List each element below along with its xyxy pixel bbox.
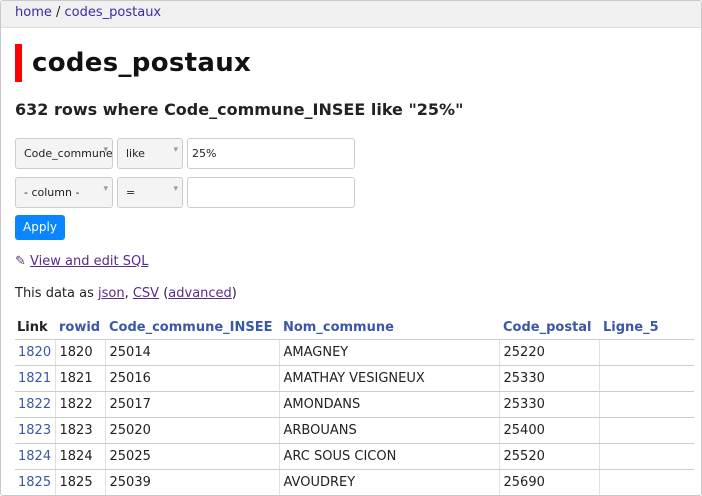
column-header-nom-commune[interactable]: Nom_commune	[279, 315, 499, 340]
breadcrumb-db-link[interactable]: codes_postaux	[65, 5, 162, 20]
cell-rowid: 1825	[55, 469, 106, 495]
row-link[interactable]: 1825	[15, 469, 56, 495]
title-accent-bar	[15, 44, 22, 82]
filter-operator-select[interactable]: like ▾	[117, 138, 183, 169]
table-row: 1822 1822 25017 AMONDANS 25330	[15, 391, 694, 418]
row-link[interactable]: 1821	[15, 365, 56, 392]
data-as-comma: ,	[124, 286, 133, 301]
breadcrumb-home-link[interactable]: home	[15, 5, 52, 20]
column-header-rowid[interactable]: rowid	[55, 315, 105, 340]
cell-code-commune-insee: 25014	[105, 339, 280, 366]
cell-rowid: 1823	[55, 417, 106, 444]
cell-code-commune-insee: 25016	[105, 365, 280, 392]
advanced-link[interactable]: advanced	[168, 286, 232, 301]
cell-code-postal: 25330	[499, 391, 600, 418]
filter-value-input[interactable]: 25%	[187, 138, 355, 169]
cell-rowid: 1821	[55, 365, 106, 392]
table-row: 1824 1824 25025 ARC SOUS CICON 25520	[15, 443, 694, 470]
filter-operator-value: =	[126, 186, 136, 199]
filter-operator-select[interactable]: = ▾	[117, 177, 183, 208]
view-edit-sql-link[interactable]: ✎ View and edit SQL	[15, 254, 148, 269]
table-row: 1825 1825 25039 AVOUDREY 25690	[15, 469, 694, 495]
row-link[interactable]: 1820	[15, 339, 56, 366]
cell-code-postal: 25690	[499, 469, 600, 495]
filter-column-value: Code_commune_INSEE	[24, 147, 113, 160]
cell-code-commune-insee: 25017	[105, 391, 280, 418]
data-as-prefix: This data as	[15, 286, 98, 301]
results-table: Link rowid Code_commune_INSEE Nom_commun…	[15, 315, 694, 495]
table-row: 1820 1820 25014 AMAGNEY 25220	[15, 339, 694, 366]
cell-ligne-5	[599, 417, 694, 444]
filter-row-1: Code_commune_INSEE ▾ like ▾ 25%	[15, 138, 355, 169]
breadcrumb-separator: /	[56, 5, 61, 20]
cell-ligne-5	[599, 339, 694, 366]
chevron-down-icon: ▾	[173, 145, 178, 155]
chevron-down-icon: ▾	[103, 184, 108, 194]
csv-link[interactable]: CSV	[133, 286, 159, 301]
cell-ligne-5	[599, 443, 694, 470]
apply-button[interactable]: Apply	[15, 215, 65, 240]
page-subtitle: 632 rows where Code_commune_INSEE like "…	[15, 100, 464, 119]
cell-code-postal: 25330	[499, 365, 600, 392]
json-link[interactable]: json	[98, 286, 125, 301]
view-edit-sql-label: View and edit SQL	[30, 254, 149, 269]
table-row: 1821 1821 25016 AMATHAY VESIGNEUX 25330	[15, 365, 694, 392]
pencil-icon: ✎	[15, 254, 26, 269]
title-block: codes_postaux	[15, 44, 251, 82]
cell-nom-commune: ARC SOUS CICON	[279, 443, 500, 470]
breadcrumb: home / codes_postaux	[1, 1, 701, 28]
cell-code-postal: 25220	[499, 339, 600, 366]
cell-nom-commune: AMATHAY VESIGNEUX	[279, 365, 500, 392]
cell-rowid: 1824	[55, 443, 106, 470]
row-link[interactable]: 1823	[15, 417, 56, 444]
column-header-link: Link	[15, 315, 55, 340]
cell-nom-commune: AVOUDREY	[279, 469, 500, 495]
filter-value-input[interactable]	[187, 177, 355, 208]
cell-code-postal: 25520	[499, 443, 600, 470]
cell-ligne-5	[599, 391, 694, 418]
cell-code-postal: 25400	[499, 417, 600, 444]
page-title: codes_postaux	[32, 48, 252, 78]
row-link[interactable]: 1824	[15, 443, 56, 470]
cell-code-commune-insee: 25025	[105, 443, 280, 470]
cell-nom-commune: AMAGNEY	[279, 339, 500, 366]
row-link[interactable]: 1822	[15, 391, 56, 418]
cell-rowid: 1820	[55, 339, 106, 366]
chevron-down-icon: ▾	[173, 184, 178, 194]
data-as-open: (	[159, 286, 169, 301]
data-as-close: )	[231, 286, 237, 301]
cell-nom-commune: ARBOUANS	[279, 417, 500, 444]
cell-code-commune-insee: 25020	[105, 417, 280, 444]
column-header-ligne-5[interactable]: Ligne_5	[599, 315, 694, 340]
chevron-down-icon: ▾	[103, 145, 108, 155]
filter-column-select[interactable]: - column - ▾	[15, 177, 113, 208]
page-frame: home / codes_postaux codes_postaux 632 r…	[0, 0, 702, 496]
cell-nom-commune: AMONDANS	[279, 391, 500, 418]
table-row: 1823 1823 25020 ARBOUANS 25400	[15, 417, 694, 444]
cell-ligne-5	[599, 365, 694, 392]
column-header-code-commune-insee[interactable]: Code_commune_INSEE	[105, 315, 279, 340]
filter-row-2: - column - ▾ = ▾	[15, 177, 355, 208]
cell-code-commune-insee: 25039	[105, 469, 280, 495]
cell-rowid: 1822	[55, 391, 106, 418]
column-header-code-postal[interactable]: Code_postal	[499, 315, 599, 340]
data-export-links: This data as json, CSV (advanced)	[15, 286, 237, 301]
table-header-row: Link rowid Code_commune_INSEE Nom_commun…	[15, 315, 694, 340]
filter-column-value: - column -	[24, 186, 80, 199]
filter-column-select[interactable]: Code_commune_INSEE ▾	[15, 138, 113, 169]
cell-ligne-5	[599, 469, 694, 495]
filter-operator-value: like	[126, 147, 145, 160]
